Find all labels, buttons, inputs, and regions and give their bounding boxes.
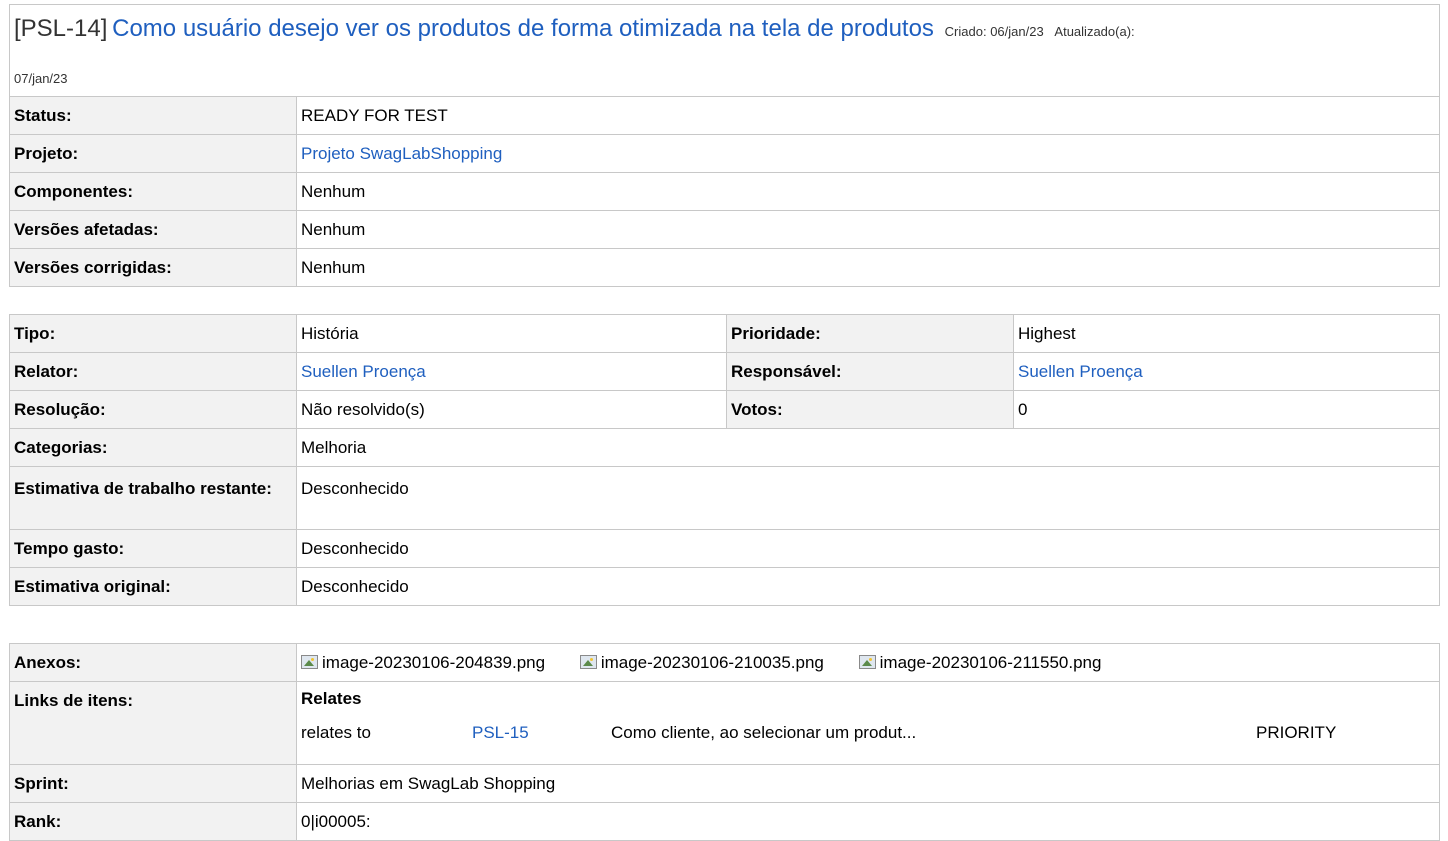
linked-issue-status: PRIORITY — [1256, 723, 1337, 742]
type-value: História — [296, 314, 727, 353]
issue-links-box: Relates relates to PSL-15 Como cliente, … — [301, 686, 1435, 762]
rank-value: 0|i00005: — [296, 802, 1440, 841]
issue-summary-link[interactable]: Como usuário desejo ver os produtos de f… — [112, 15, 934, 42]
reporter-link[interactable]: Suellen Proença — [301, 362, 426, 381]
resolution-value: Não resolvido(s) — [296, 390, 727, 429]
fixed-versions-value: Nenhum — [296, 248, 1440, 287]
affected-versions-label: Versões afetadas: — [9, 210, 297, 249]
fixed-versions-label: Versões corrigidas: — [9, 248, 297, 287]
time-spent-value: Desconhecido — [296, 529, 1440, 568]
attachment-item[interactable]: image-20230106-210035.png — [579, 652, 824, 674]
rank-label: Rank: — [9, 802, 297, 841]
original-estimate-label: Estimativa original: — [9, 567, 297, 606]
attachment-filename: image-20230106-210035.png — [600, 653, 824, 672]
link-relation: relates to — [301, 723, 371, 742]
affected-versions-value: Nenhum — [296, 210, 1440, 249]
reporter-cell: Suellen Proença — [296, 352, 727, 391]
details-table-1: Status: READY FOR TEST Projeto: Projeto Sw… — [9, 96, 1440, 287]
details-table-2: Tipo: História Prioridade: Highest Relat… — [9, 314, 1440, 606]
issue-key: [PSL-14] — [14, 15, 108, 42]
sprint-value: Melhorias em SwagLab Shopping — [296, 764, 1440, 803]
components-value: Nenhum — [296, 172, 1440, 211]
details-table-3: Anexos: image-20230106-204839.png image-… — [9, 643, 1440, 841]
categories-value: Melhoria — [296, 428, 1440, 467]
updated-label: Atualizado(a): — [1054, 24, 1135, 39]
priority-label: Prioridade: — [726, 314, 1014, 353]
priority-value: Highest — [1013, 314, 1440, 353]
votes-value: 0 — [1013, 390, 1440, 429]
image-icon — [579, 655, 597, 669]
project-link[interactable]: Projeto SwagLabShopping — [301, 144, 502, 163]
time-spent-label: Tempo gasto: — [9, 529, 297, 568]
project-cell: Projeto SwagLabShopping — [296, 134, 1440, 173]
image-icon — [301, 655, 318, 669]
remaining-estimate-value: Desconhecido — [296, 466, 1440, 530]
image-icon — [858, 655, 876, 669]
attachment-filename: image-20230106-204839.png — [322, 653, 546, 672]
components-label: Componentes: — [9, 172, 297, 211]
issue-header: [PSL-14] Como usuário desejo ver os prod… — [9, 4, 1440, 96]
attachment-filename: image-20230106-211550.png — [879, 653, 1102, 672]
attachment-item[interactable]: image-20230106-211550.png — [858, 652, 1102, 674]
linked-issue-summary: Como cliente, ao selecionar um produt... — [611, 723, 917, 742]
created-date: Criado: 06/jan/23 — [944, 24, 1044, 39]
categories-label: Categorias: — [9, 428, 297, 467]
project-label: Projeto: — [9, 134, 297, 173]
attachments-label: Anexos: — [9, 643, 297, 682]
updated-date: 07/jan/23 — [14, 71, 68, 86]
votes-label: Votos: — [726, 390, 1014, 429]
reporter-label: Relator: — [9, 352, 297, 391]
issue-links-cell: Relates relates to PSL-15 Como cliente, … — [296, 681, 1440, 765]
type-label: Tipo: — [9, 314, 297, 353]
assignee-label: Responsável: — [726, 352, 1014, 391]
status-label: Status: — [9, 96, 297, 135]
status-value: READY FOR TEST — [296, 96, 1440, 135]
linked-issue-key[interactable]: PSL-15 — [472, 722, 529, 744]
link-group-title: Relates — [301, 689, 362, 708]
remaining-estimate-label: Estimativa de trabalho restante: — [9, 466, 297, 530]
issue-links-label: Links de itens: — [9, 681, 297, 765]
attachments-cell: image-20230106-204839.png image-20230106… — [296, 643, 1440, 682]
attachment-item[interactable]: image-20230106-204839.png — [301, 652, 545, 674]
assignee-link[interactable]: Suellen Proença — [1018, 362, 1143, 381]
sprint-label: Sprint: — [9, 764, 297, 803]
original-estimate-value: Desconhecido — [296, 567, 1440, 606]
resolution-label: Resolução: — [9, 390, 297, 429]
assignee-cell: Suellen Proença — [1013, 352, 1440, 391]
